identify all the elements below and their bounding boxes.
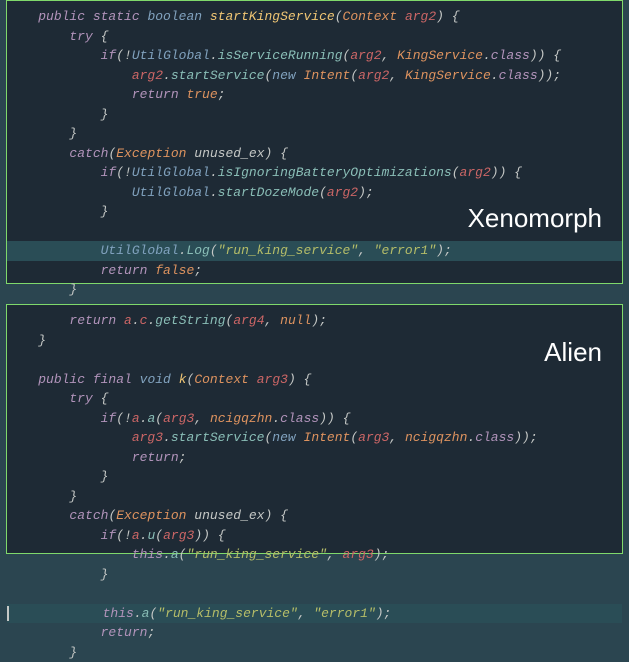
tok: unused_ex bbox=[194, 508, 264, 523]
tok: arg2 bbox=[460, 165, 491, 180]
tok: a bbox=[124, 313, 132, 328]
tok: "run_king_service" bbox=[157, 606, 297, 621]
tok: arg3 bbox=[257, 372, 288, 387]
xenomorph-label: Xenomorph bbox=[468, 199, 602, 238]
tok: if bbox=[101, 165, 117, 180]
tok: arg2 bbox=[132, 68, 163, 83]
tok: arg2 bbox=[405, 9, 436, 24]
tok: a bbox=[147, 411, 155, 426]
alien-code-panel: return a.c.getString(arg4, null); } publ… bbox=[6, 304, 623, 554]
tok: ! bbox=[124, 528, 132, 543]
tok: UtilGlobal bbox=[132, 48, 210, 63]
function-name: startKingService bbox=[210, 9, 335, 24]
tok: if bbox=[101, 411, 117, 426]
tok: try bbox=[69, 391, 92, 406]
tok: arg3 bbox=[163, 411, 194, 426]
tok: false bbox=[155, 263, 194, 278]
tok: if bbox=[101, 48, 117, 63]
tok: this bbox=[103, 606, 134, 621]
tok: return bbox=[132, 87, 179, 102]
tok: arg2 bbox=[358, 68, 389, 83]
highlighted-line: UtilGlobal.Log("run_king_service", "erro… bbox=[7, 241, 622, 261]
tok: null bbox=[280, 313, 311, 328]
tok: "run_king_service" bbox=[218, 243, 358, 258]
tok: public static bbox=[38, 9, 139, 24]
tok: Intent bbox=[304, 68, 351, 83]
tok: a bbox=[132, 411, 140, 426]
tok: ncigqzhn bbox=[405, 430, 467, 445]
tok: startDozeMode bbox=[218, 185, 319, 200]
tok: "error1" bbox=[313, 606, 375, 621]
tok: a bbox=[132, 528, 140, 543]
tok: arg3 bbox=[358, 430, 389, 445]
tok: boolean bbox=[147, 9, 202, 24]
tok: class bbox=[499, 68, 538, 83]
tok: Log bbox=[186, 243, 209, 258]
tok: ! bbox=[124, 411, 132, 426]
highlighted-line: this.a("run_king_service", "error1"); bbox=[7, 604, 622, 624]
tok: getString bbox=[155, 313, 225, 328]
tok: arg3 bbox=[132, 430, 163, 445]
tok: arg2 bbox=[350, 48, 381, 63]
xenomorph-code-panel: public static boolean startKingService(C… bbox=[6, 0, 623, 284]
tok: arg3 bbox=[163, 528, 194, 543]
tok: Exception bbox=[116, 508, 186, 523]
tok: return bbox=[101, 263, 148, 278]
tok: new bbox=[272, 430, 295, 445]
tok: u bbox=[147, 528, 155, 543]
tok: KingService bbox=[397, 48, 483, 63]
tok: arg4 bbox=[233, 313, 264, 328]
tok: UtilGlobal bbox=[132, 165, 210, 180]
tok: isServiceRunning bbox=[218, 48, 343, 63]
function-name: k bbox=[179, 372, 187, 387]
alien-code: return a.c.getString(arg4, null); } publ… bbox=[7, 305, 622, 662]
tok: c bbox=[140, 313, 148, 328]
tok: public final bbox=[38, 372, 132, 387]
tok: return bbox=[101, 625, 148, 640]
tok: ! bbox=[124, 48, 132, 63]
tok: ncigqzhn bbox=[210, 411, 272, 426]
tok: return bbox=[132, 450, 179, 465]
tok: Context bbox=[194, 372, 249, 387]
tok: startService bbox=[171, 68, 265, 83]
tok: unused_ex bbox=[194, 146, 264, 161]
cursor-icon bbox=[7, 606, 9, 621]
tok: ! bbox=[124, 165, 132, 180]
tok: arg2 bbox=[327, 185, 358, 200]
tok: "error1" bbox=[374, 243, 436, 258]
tok: UtilGlobal bbox=[101, 243, 179, 258]
tok: class bbox=[280, 411, 319, 426]
tok: void bbox=[140, 372, 171, 387]
tok: Exception bbox=[116, 146, 186, 161]
tok: true bbox=[186, 87, 217, 102]
tok: catch bbox=[69, 508, 108, 523]
alien-label: Alien bbox=[544, 333, 602, 372]
tok: Intent bbox=[304, 430, 351, 445]
tok: class bbox=[475, 430, 514, 445]
tok: UtilGlobal bbox=[132, 185, 210, 200]
tok: KingService bbox=[405, 68, 491, 83]
tok: Context bbox=[343, 9, 398, 24]
tok: return bbox=[69, 313, 116, 328]
tok: isIgnoringBatteryOptimizations bbox=[218, 165, 452, 180]
tok: a bbox=[142, 606, 150, 621]
tok: catch bbox=[69, 146, 108, 161]
tok: if bbox=[101, 528, 117, 543]
tok: try bbox=[69, 29, 92, 44]
tok: new bbox=[272, 68, 295, 83]
tok: startService bbox=[171, 430, 265, 445]
tok: class bbox=[491, 48, 530, 63]
